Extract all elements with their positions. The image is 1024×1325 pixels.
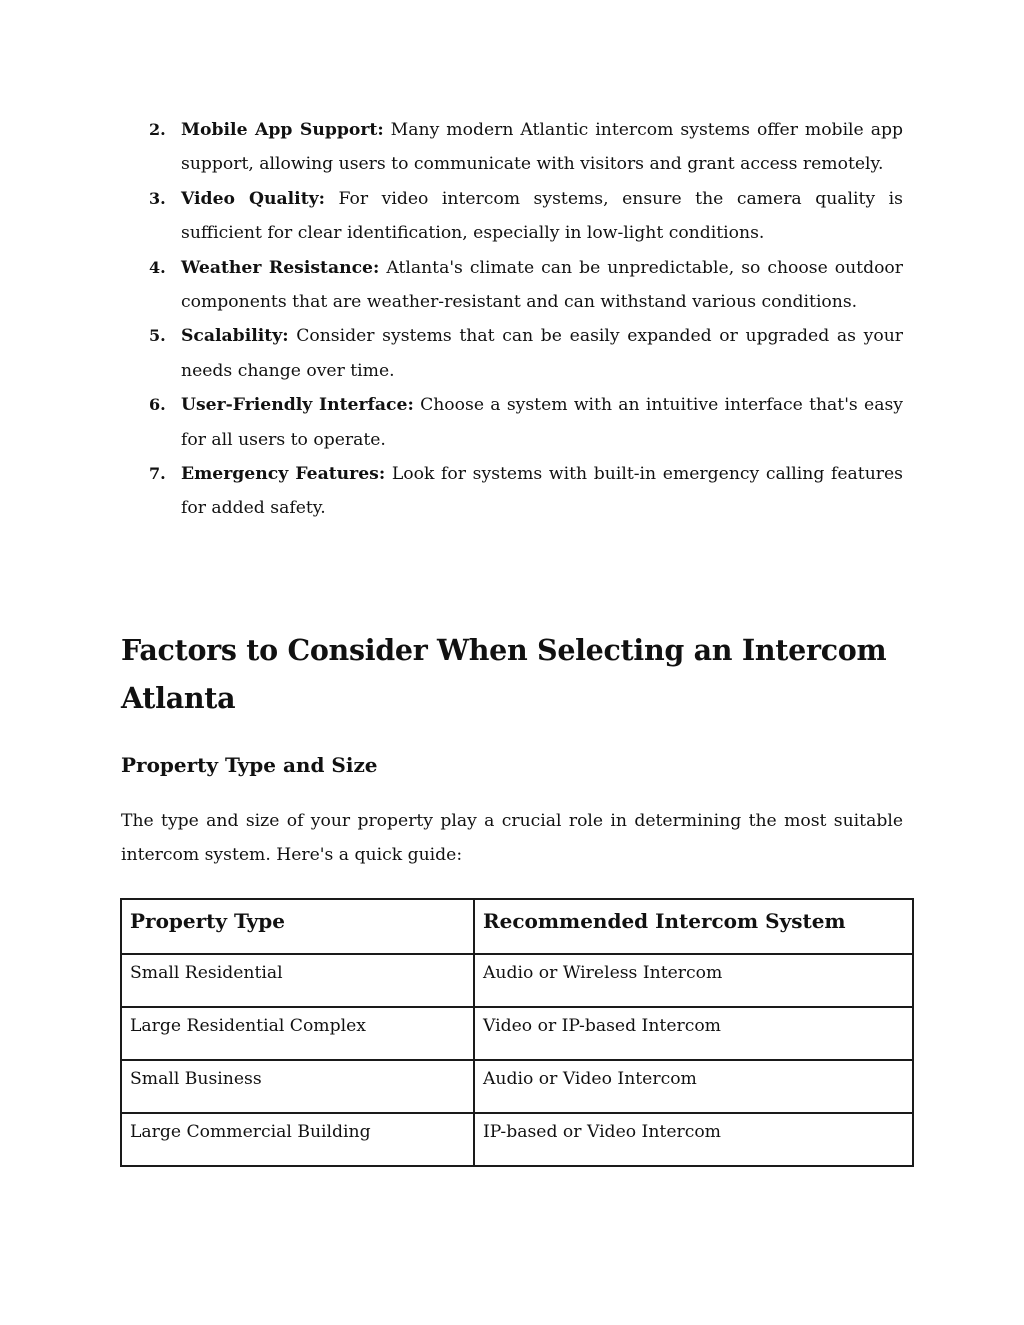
list-item: 7. Emergency Features: Look for systems … bbox=[121, 457, 903, 526]
table-cell: Large Commercial Building bbox=[120, 1112, 475, 1167]
list-term: Video Quality: bbox=[181, 188, 325, 209]
list-term: Weather Resistance: bbox=[181, 257, 380, 278]
section-subheading: Property Type and Size bbox=[121, 753, 378, 777]
table-cell: Audio or Wireless Intercom bbox=[473, 953, 914, 1008]
table-row: Small Business Audio or Video Intercom bbox=[120, 1059, 914, 1114]
list-term: Scalability: bbox=[181, 326, 289, 347]
list-item: 5. Scalability: Consider systems that ca… bbox=[121, 319, 903, 388]
list-term: Emergency Features: bbox=[181, 464, 386, 485]
table-row: Large Residential Complex Video or IP-ba… bbox=[120, 1006, 914, 1061]
table-cell: Video or IP-based Intercom bbox=[473, 1006, 914, 1061]
list-item: 3. Video Quality: For video intercom sys… bbox=[121, 182, 903, 251]
table-cell: Large Residential Complex bbox=[120, 1006, 475, 1061]
table-row: Large Commercial Building IP-based or Vi… bbox=[120, 1112, 914, 1167]
document-page: 2. Mobile App Support: Many modern Atlan… bbox=[0, 0, 1024, 1325]
list-term: User-Friendly Interface: bbox=[181, 395, 414, 416]
intro-paragraph: The type and size of your property play … bbox=[121, 811, 903, 866]
list-number: 3. bbox=[149, 188, 166, 208]
table-cell: IP-based or Video Intercom bbox=[473, 1112, 914, 1167]
table-header-cell: Property Type bbox=[120, 898, 475, 955]
list-term: Mobile App Support: bbox=[181, 120, 384, 140]
table-cell: Small Residential bbox=[120, 953, 475, 1008]
table-header-row: Property Type Recommended Intercom Syste… bbox=[120, 898, 914, 955]
list-number: 6. bbox=[149, 395, 166, 415]
list-number: 4. bbox=[149, 257, 166, 277]
table-cell: Small Business bbox=[120, 1059, 475, 1114]
table-row: Small Residential Audio or Wireless Inte… bbox=[120, 953, 914, 1008]
list-number: 7. bbox=[149, 464, 166, 484]
list-item: 4. Weather Resistance: Atlanta's climate… bbox=[121, 251, 903, 320]
table-header-cell: Recommended Intercom System bbox=[473, 898, 914, 955]
list-text: Consider systems that can be easily expa… bbox=[181, 326, 903, 381]
section-heading: Factors to Consider When Selecting an In… bbox=[121, 633, 887, 715]
property-guide-table: Property Type Recommended Intercom Syste… bbox=[120, 898, 914, 1167]
list-item: 6. User-Friendly Interface: Choose a sys… bbox=[121, 388, 903, 457]
table-cell: Audio or Video Intercom bbox=[473, 1059, 914, 1114]
list-number: 5. bbox=[149, 326, 166, 346]
list-number: 2. bbox=[149, 120, 166, 139]
feature-list: 2. Mobile App Support: Many modern Atlan… bbox=[121, 113, 903, 526]
list-item: 2. Mobile App Support: Many modern Atlan… bbox=[121, 113, 903, 182]
